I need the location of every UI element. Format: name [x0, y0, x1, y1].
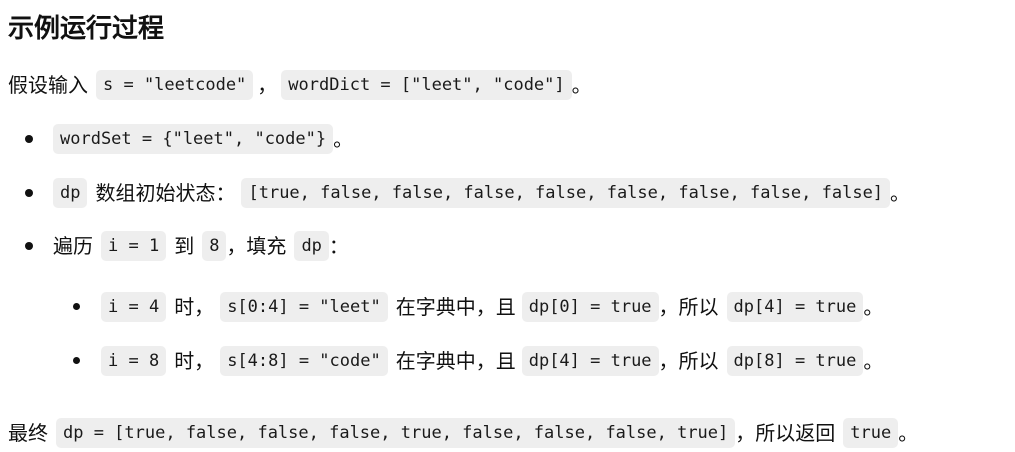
item-text-fill: ，填充 — [226, 234, 287, 258]
code-dp-set: dp[8] = true — [726, 346, 864, 376]
intro-line: 假设输入 s = "leetcode" ， wordDict = ["leet"… — [8, 70, 592, 100]
document-page: 示例运行过程 假设输入 s = "leetcode" ， wordDict = … — [0, 0, 1015, 452]
intro-prefix: 假设输入 — [8, 73, 88, 97]
code-wordset: wordSet = {"leet", "code"} — [53, 124, 334, 154]
sub-list-item-i8: i = 8 时， s[4:8] = "code" 在字典中，且 dp[4] = … — [101, 346, 883, 376]
item-text-iterate: 遍历 — [53, 234, 93, 258]
intro-end: 。 — [571, 73, 592, 97]
sub-bullet-icon — [73, 303, 80, 310]
list-item-wordset: wordSet = {"leet", "code"} 。 — [53, 124, 353, 154]
sub-item-text-in-dict: 在字典中，且 — [395, 349, 516, 373]
intro-separator: ， — [257, 73, 278, 97]
final-end: 。 — [898, 421, 919, 445]
sub-item-text-when: 时， — [174, 295, 215, 319]
code-return-value: true — [843, 418, 899, 448]
code-s-value: s = "leetcode" — [96, 70, 254, 100]
sub-item-text-so: ，所以 — [658, 349, 719, 373]
final-line: 最终 dp = [true, false, false, false, true… — [8, 418, 918, 448]
code-end-index: 8 — [202, 231, 227, 261]
code-i-value: i = 4 — [101, 292, 167, 322]
sub-item-text-in-dict: 在字典中，且 — [395, 295, 516, 319]
code-dp: dp — [294, 231, 329, 261]
bullet-icon — [25, 135, 33, 143]
code-dp-prev: dp[4] = true — [521, 346, 659, 376]
code-substring: s[4:8] = "code" — [220, 346, 388, 376]
code-dp-prev: dp[0] = true — [521, 292, 659, 322]
code-i-value: i = 8 — [101, 346, 167, 376]
section-heading: 示例运行过程 — [8, 14, 165, 44]
code-dp-set: dp[4] = true — [726, 292, 864, 322]
code-worddict-value: wordDict = ["leet", "code"] — [281, 70, 572, 100]
code-dp-initial-array: [true, false, false, false, false, false… — [241, 178, 891, 208]
code-substring: s[0:4] = "leet" — [220, 292, 388, 322]
sub-item-end: 。 — [863, 349, 884, 373]
item-end: 。 — [890, 181, 911, 205]
code-dp: dp — [53, 178, 88, 208]
bullet-icon — [25, 189, 33, 197]
sub-list-item-i4: i = 4 时， s[0:4] = "leet" 在字典中，且 dp[0] = … — [101, 292, 883, 322]
sub-item-text-so: ，所以 — [658, 295, 719, 319]
code-i-start: i = 1 — [101, 231, 167, 261]
item-end: ： — [328, 234, 349, 258]
final-prefix: 最终 — [8, 421, 48, 445]
final-text: ，所以返回 — [735, 421, 836, 445]
sub-item-text-when: 时， — [174, 349, 215, 373]
code-dp-final: dp = [true, false, false, false, true, f… — [56, 418, 736, 448]
sub-bullet-icon — [73, 357, 80, 364]
bullet-icon — [25, 242, 33, 250]
item-text: 数组初始状态： — [95, 181, 236, 205]
item-end: 。 — [333, 127, 354, 151]
sub-item-end: 。 — [863, 295, 884, 319]
list-item-iterate: 遍历 i = 1 到 8 ，填充 dp ： — [53, 231, 349, 261]
item-text-to: 到 — [174, 234, 195, 258]
list-item-dp-init: dp 数组初始状态： [true, false, false, false, f… — [53, 178, 910, 208]
